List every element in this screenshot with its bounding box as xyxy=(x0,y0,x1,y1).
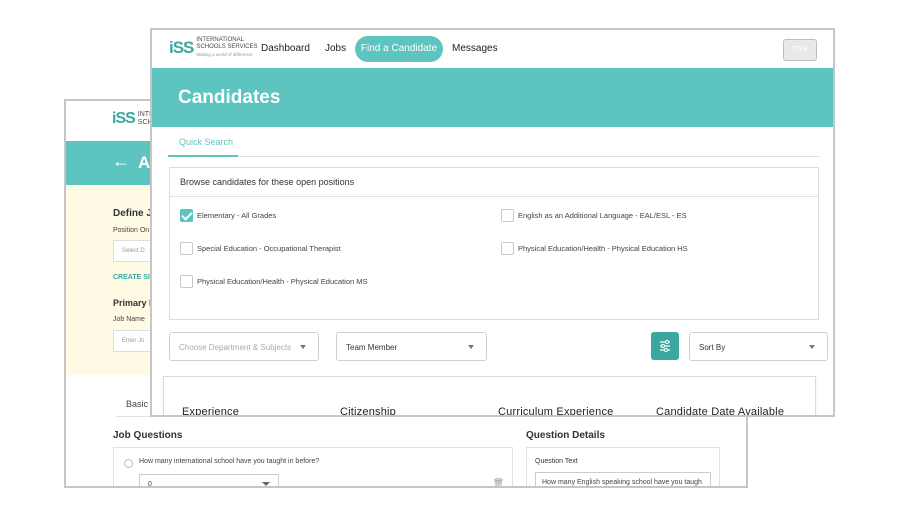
iss-logo-mark: iSS xyxy=(112,110,136,127)
department-placeholder: Choose Department & Subjects xyxy=(179,343,292,352)
answer-value: 0 xyxy=(148,481,152,488)
nav-dashboard[interactable]: Dashboard xyxy=(261,43,310,54)
create-link[interactable]: CREATE SI xyxy=(113,274,150,281)
chevron-down-icon xyxy=(300,345,306,349)
screenshot-stage: iSS INTERNATIONAL SCHOOLS ← A Define J P… xyxy=(0,0,900,525)
open-positions-header: Browse candidates for these open positio… xyxy=(170,168,818,197)
page-title: Candidates xyxy=(178,87,281,108)
question-text-input[interactable]: How many English speaking school have yo… xyxy=(535,472,711,486)
tab-basic[interactable]: Basic xyxy=(126,399,148,409)
results-table: Experience Citizenship Curriculum Experi… xyxy=(163,376,816,415)
chevron-down-icon xyxy=(262,482,270,486)
chevron-down-icon xyxy=(468,345,474,349)
job-name-label: Job Name xyxy=(113,316,145,323)
question-details-card: Question Text How many English speaking … xyxy=(526,447,720,486)
position-option[interactable]: Physical Education/Health - Physical Edu… xyxy=(501,242,688,255)
department-select[interactable]: Choose Department & Subjects xyxy=(169,332,319,361)
position-label: Special Education - Occupational Therapi… xyxy=(197,244,341,253)
top-nav: iSS INTERNATIONAL SCHOOLS SERVICES Makin… xyxy=(152,30,833,68)
answer-select[interactable]: 0 xyxy=(139,474,279,488)
column-header-experience[interactable]: Experience xyxy=(182,406,239,415)
column-header-curriculum[interactable]: Curriculum Experience xyxy=(498,406,613,415)
checkbox[interactable] xyxy=(501,242,514,255)
nav-jobs[interactable]: Jobs xyxy=(325,43,346,54)
tab-quick-search[interactable]: Quick Search xyxy=(179,137,233,147)
checkbox[interactable] xyxy=(501,209,514,222)
page-banner: Candidates xyxy=(152,68,833,127)
question-details-heading: Question Details xyxy=(526,430,605,441)
trash-icon[interactable]: 🗑 xyxy=(493,478,504,486)
position-label: Position On xyxy=(113,227,150,234)
team-member-label: Team Member xyxy=(346,343,398,352)
job-editor-title: A xyxy=(138,153,151,172)
sliders-icon xyxy=(660,339,670,353)
tab-divider xyxy=(168,156,820,157)
nav-messages[interactable]: Messages xyxy=(452,43,498,54)
job-question-card: How many international school have you t… xyxy=(113,447,513,488)
chevron-down-icon xyxy=(809,345,815,349)
logo-tagline: Making a world of difference xyxy=(196,52,253,57)
column-header-date-available[interactable]: Candidate Date Available xyxy=(656,406,784,415)
position-option[interactable]: English as an Additional Language - EAL/… xyxy=(501,209,687,222)
position-label: English as an Additional Language - EAL/… xyxy=(518,211,687,220)
sort-by-label: Sort By xyxy=(699,343,726,352)
candidates-window: iSS INTERNATIONAL SCHOOLS SERVICES Makin… xyxy=(150,28,835,417)
tab-bar: Quick Search xyxy=(152,127,833,157)
primary-heading: Primary I xyxy=(113,298,152,308)
iss-logo-text: INTERNATIONAL SCHOOLS SERVICES Making a … xyxy=(196,37,257,59)
checkbox[interactable] xyxy=(180,242,193,255)
column-header-citizenship[interactable]: Citizenship xyxy=(340,406,396,415)
position-label: Elementary - All Grades xyxy=(197,211,277,220)
arrow-left-icon[interactable]: ← xyxy=(112,151,130,172)
checkbox[interactable] xyxy=(180,275,193,288)
position-label: Physical Education/Health - Physical Edu… xyxy=(197,277,368,286)
iss-logo[interactable]: iSS INTERNATIONAL SCHOOLS SERVICES Makin… xyxy=(169,37,258,59)
logo-line1: INTERNATIONAL xyxy=(196,37,244,43)
question-text-label: Question Text xyxy=(535,458,578,465)
logo-line2: SCHOOLS SERVICES xyxy=(196,44,258,50)
job-questions-heading: Job Questions xyxy=(113,430,183,441)
nav-find-candidate[interactable]: Find a Candidate xyxy=(355,36,443,62)
position-option[interactable]: Special Education - Occupational Therapi… xyxy=(180,242,341,255)
open-positions-panel: Browse candidates for these open positio… xyxy=(169,167,819,320)
sort-by-select[interactable]: Sort By xyxy=(689,332,828,361)
checkbox-checked[interactable] xyxy=(180,209,193,222)
user-menu-button[interactable]: TG ▾ xyxy=(783,39,817,61)
position-option[interactable]: Physical Education/Health - Physical Edu… xyxy=(180,275,368,288)
iss-logo-mark: iSS xyxy=(169,38,194,57)
filter-button[interactable] xyxy=(651,332,679,360)
tab-active-underline xyxy=(168,155,238,157)
question-text: How many international school have you t… xyxy=(139,458,320,465)
position-option[interactable]: Elementary - All Grades xyxy=(180,209,276,222)
define-job-heading: Define J xyxy=(113,208,152,219)
position-label: Physical Education/Health - Physical Edu… xyxy=(518,244,688,253)
team-member-select[interactable]: Team Member xyxy=(336,332,487,361)
question-radio[interactable] xyxy=(124,459,133,468)
